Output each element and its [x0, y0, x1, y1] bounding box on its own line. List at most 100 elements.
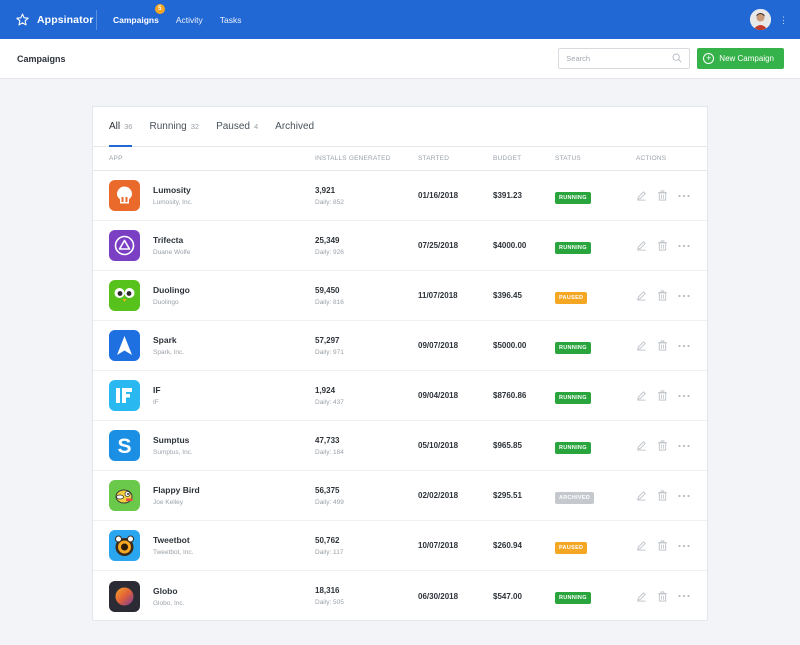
edit-icon[interactable] [636, 290, 647, 301]
table-row[interactable]: Lumosity Lumosity, Inc. 3,921 Daily: 852… [93, 171, 707, 221]
installs-daily: Daily: 184 [315, 448, 344, 456]
app-name[interactable]: Spark [153, 335, 184, 345]
more-horizontal-icon[interactable] [678, 494, 690, 498]
installs-cell: 56,375 Daily: 499 [315, 486, 418, 506]
more-horizontal-icon[interactable] [678, 394, 690, 398]
installs-cell: 1,924 Daily: 437 [315, 386, 418, 406]
column-header-app[interactable]: APP [93, 155, 315, 162]
app-publisher: Duolingo [153, 299, 179, 306]
trash-icon[interactable] [657, 190, 668, 201]
table-header: APP INSTALLS GENERATED STARTED BUDGET ST… [93, 147, 707, 171]
edit-icon[interactable] [636, 440, 647, 451]
app-cell: Duolingo Duolingo [93, 280, 315, 311]
column-header-actions: ACTIONS [636, 155, 667, 162]
tab-archived[interactable]: Archived [275, 107, 314, 146]
app-name[interactable]: Trifecta [153, 235, 190, 245]
trash-icon[interactable] [657, 440, 668, 451]
avatar[interactable] [750, 9, 771, 30]
nav-item-activity[interactable]: Activity [176, 15, 203, 25]
edit-icon[interactable] [636, 591, 647, 602]
column-header-status[interactable]: STATUS [555, 155, 636, 162]
table-row[interactable]: Spark Spark, Inc. 57,297 Daily: 971 09/0… [93, 321, 707, 371]
actions-cell [636, 340, 706, 351]
column-header-started[interactable]: STARTED [418, 155, 493, 162]
app-name[interactable]: Tweetbot [153, 535, 193, 545]
status-badge: RUNNING [555, 592, 591, 604]
tab-running[interactable]: Running 32 [149, 107, 199, 146]
nav-item-label: Campaigns [113, 14, 159, 25]
trash-icon[interactable] [657, 540, 668, 551]
more-horizontal-icon[interactable] [678, 544, 690, 548]
installs-cell: 59,450 Daily: 816 [315, 286, 418, 306]
installs-value: 18,316 [315, 586, 340, 595]
more-horizontal-icon[interactable] [678, 294, 690, 298]
campaigns-card: All 36 Running 32 Paused 4 Archived APP … [92, 106, 708, 621]
app-name[interactable]: IF [153, 385, 161, 395]
status-cell: RUNNING [555, 238, 636, 254]
column-header-budget[interactable]: BUDGET [493, 155, 555, 162]
column-header-installs[interactable]: INSTALLS GENERATED [315, 155, 418, 162]
nav-item-tasks[interactable]: Tasks [220, 15, 242, 25]
app-cell: Lumosity Lumosity, Inc. [93, 180, 315, 211]
nav-item-campaigns[interactable]: Campaigns 5 [113, 3, 165, 25]
trash-icon[interactable] [657, 340, 668, 351]
installs-daily: Daily: 505 [315, 599, 344, 606]
app-name[interactable]: Globo [153, 586, 184, 596]
app-cell: Trifecta Duane Wolfe [93, 230, 315, 261]
app-cell: Tweetbot Tweetbot, Inc. [93, 530, 315, 561]
app-name[interactable]: Lumosity [153, 185, 193, 195]
trash-icon[interactable] [657, 240, 668, 251]
more-horizontal-icon[interactable] [678, 344, 690, 348]
installs-daily: Daily: 499 [315, 498, 344, 506]
edit-icon[interactable] [636, 340, 647, 351]
new-campaign-button[interactable]: + New Campaign [697, 48, 784, 69]
more-horizontal-icon[interactable] [678, 594, 690, 598]
app-cell: S Sumptus Sumptus, Inc. [93, 430, 315, 461]
search-icon[interactable] [672, 52, 682, 66]
table-row[interactable]: Duolingo Duolingo 59,450 Daily: 816 11/0… [93, 271, 707, 321]
table-row[interactable]: Tweetbot Tweetbot, Inc. 50,762 Daily: 11… [93, 521, 707, 571]
more-horizontal-icon[interactable] [678, 444, 690, 448]
brand[interactable]: Appsinator [16, 13, 96, 26]
tab-label: Paused [216, 121, 250, 132]
more-horizontal-icon[interactable] [678, 244, 690, 248]
app-cell: Flappy Bird Joe Kelley [93, 480, 315, 511]
table-row[interactable]: IF IF 1,924 Daily: 437 09/04/2018 $8760.… [93, 371, 707, 421]
installs-value: 47,733 [315, 435, 340, 445]
if-icon [109, 380, 140, 411]
trifecta-icon [109, 230, 140, 261]
edit-icon[interactable] [636, 240, 647, 251]
tab-paused[interactable]: Paused 4 [216, 107, 258, 146]
table-row[interactable]: Flappy Bird Joe Kelley 56,375 Daily: 499… [93, 471, 707, 521]
trash-icon[interactable] [657, 490, 668, 501]
vertical-dots-icon[interactable]: ⋮ [779, 15, 788, 24]
budget-value: $965.85 [493, 441, 522, 450]
table-row[interactable]: Trifecta Duane Wolfe 25,349 Daily: 926 0… [93, 221, 707, 271]
table-row[interactable]: S Sumptus Sumptus, Inc. 47,733 Daily: 18… [93, 421, 707, 471]
plus-circle-icon: + [703, 53, 715, 64]
trash-icon[interactable] [657, 591, 668, 602]
trash-icon[interactable] [657, 390, 668, 401]
tab-all[interactable]: All 36 [109, 107, 133, 147]
installs-daily: Daily: 852 [315, 198, 344, 206]
actions-cell [636, 440, 706, 451]
search-box[interactable] [558, 48, 691, 69]
app-name[interactable]: Duolingo [153, 285, 190, 295]
app-name[interactable]: Sumptus [153, 435, 193, 445]
installs-value: 3,921 [315, 185, 336, 195]
edit-icon[interactable] [636, 540, 647, 551]
search-input[interactable] [566, 54, 673, 63]
budget-value: $295.51 [493, 491, 522, 500]
more-horizontal-icon[interactable] [678, 194, 690, 198]
status-cell: ARCHIVED [555, 488, 636, 504]
table-row[interactable]: Globo Globo, Inc. 18,316 Daily: 505 06/3… [93, 571, 707, 621]
globo-icon [109, 580, 140, 612]
edit-icon[interactable] [636, 390, 647, 401]
status-badge: RUNNING [555, 341, 591, 354]
edit-icon[interactable] [636, 190, 647, 201]
edit-icon[interactable] [636, 490, 647, 501]
tab-bar: All 36 Running 32 Paused 4 Archived [93, 107, 707, 147]
app-name[interactable]: Flappy Bird [153, 485, 200, 495]
trash-icon[interactable] [657, 290, 668, 301]
started-date: 06/30/2018 [418, 591, 459, 601]
